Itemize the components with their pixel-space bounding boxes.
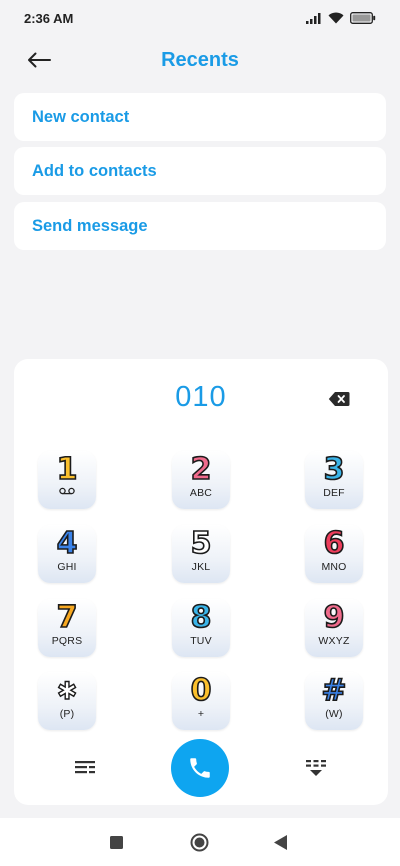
send-message-button[interactable]: Send message xyxy=(14,202,386,250)
key-digit: ✱ xyxy=(56,676,78,705)
hide-keypad-button[interactable] xyxy=(305,759,331,779)
key-letters: DEF xyxy=(323,487,345,499)
key-two[interactable]: 2 ABC xyxy=(172,451,230,509)
key-digit: 7 xyxy=(56,600,78,635)
key-letters: (P) xyxy=(59,708,75,720)
page-title: Recents xyxy=(161,48,239,71)
menu-button[interactable] xyxy=(74,759,100,779)
key-eight[interactable]: 8 TUV xyxy=(172,599,230,657)
arrow-left-icon xyxy=(28,52,51,68)
key-letters: WXYZ xyxy=(318,635,350,647)
backspace-button[interactable] xyxy=(328,391,352,411)
status-time: 2:36 AM xyxy=(24,10,74,26)
key-digit: 8 xyxy=(190,600,212,635)
key-star[interactable]: ✱ (P) xyxy=(38,672,96,730)
key-digit: 5 xyxy=(190,526,212,561)
call-button[interactable] xyxy=(171,739,229,797)
key-digit: 1 xyxy=(56,452,78,487)
key-six[interactable]: 6 MNO xyxy=(305,525,363,583)
key-digit: 9 xyxy=(323,600,345,635)
new-contact-button[interactable]: New contact xyxy=(14,93,386,141)
key-four[interactable]: 4 GHI xyxy=(38,525,96,583)
square-icon xyxy=(110,836,123,849)
header: Recents xyxy=(0,40,400,80)
new-contact-label: New contact xyxy=(32,107,130,126)
key-pound[interactable]: # (W) xyxy=(305,672,363,730)
home-nav-button[interactable] xyxy=(190,833,209,857)
key-seven[interactable]: 7 PQRS xyxy=(38,599,96,657)
send-message-label: Send message xyxy=(32,216,148,235)
menu-icon xyxy=(75,761,95,774)
back-nav-button[interactable] xyxy=(274,835,288,855)
key-digit: 3 xyxy=(323,452,345,487)
back-button[interactable] xyxy=(24,48,54,72)
add-to-contacts-label: Add to contacts xyxy=(32,161,157,180)
key-digit: 4 xyxy=(56,526,78,561)
key-letters: GHI xyxy=(57,561,77,573)
key-digit: 0 xyxy=(190,673,212,708)
recents-nav-button[interactable] xyxy=(110,836,123,854)
system-nav-bar xyxy=(0,818,400,866)
key-digit: 6 xyxy=(323,526,345,561)
battery-icon xyxy=(350,12,376,24)
status-icons xyxy=(306,12,376,24)
dialer-panel: 010 1 2 ABC 3 DEF 4 GHI 5 JKL 6 MNO 7 PQRS 8 TUV 9 WXYZ ✱… xyxy=(14,359,388,805)
key-nine[interactable]: 9 WXYZ xyxy=(305,599,363,657)
key-three[interactable]: 3 DEF xyxy=(305,451,363,509)
key-letters: TUV xyxy=(190,635,212,647)
key-letters: MNO xyxy=(321,561,347,573)
circle-icon xyxy=(190,833,209,852)
dialpad-collapse-icon xyxy=(306,760,326,776)
key-digit: # xyxy=(321,673,348,708)
key-letters: JKL xyxy=(191,561,211,573)
key-letters: PQRS xyxy=(51,635,83,647)
key-digit: 2 xyxy=(190,452,212,487)
key-zero[interactable]: 0 + xyxy=(172,672,230,730)
key-one[interactable]: 1 xyxy=(38,451,96,509)
key-letters: + xyxy=(197,708,205,720)
phone-icon xyxy=(190,758,210,778)
backspace-icon xyxy=(328,392,350,406)
add-to-contacts-button[interactable]: Add to contacts xyxy=(14,147,386,195)
key-five[interactable]: 5 JKL xyxy=(172,525,230,583)
wifi-icon xyxy=(328,12,344,24)
status-bar: 2:36 AM xyxy=(0,0,400,36)
key-letters: (W) xyxy=(325,708,343,720)
voicemail-icon xyxy=(59,487,75,495)
triangle-left-icon xyxy=(274,835,287,850)
signal-icon xyxy=(306,12,321,24)
key-letters: ABC xyxy=(189,487,213,499)
